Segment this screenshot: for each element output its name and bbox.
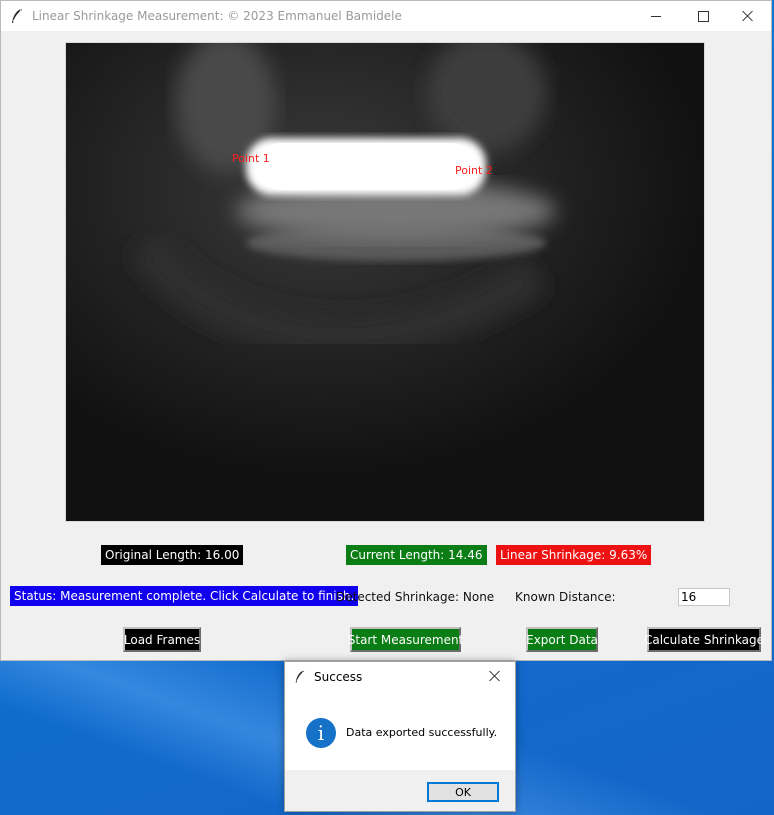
dialog-close-icon[interactable] [489,670,501,682]
minimize-button[interactable] [633,1,679,31]
minimize-icon [651,15,661,17]
current-length-label: Current Length: 14.46 [346,545,487,565]
known-distance-input[interactable]: 16 [678,588,730,606]
frame-image-canvas[interactable]: Point 1 Point 2 [65,42,705,522]
maximize-icon [697,10,709,22]
feather-icon [295,670,305,683]
title-bar: Linear Shrinkage Measurement: © 2023 Emm… [1,1,771,31]
ok-button[interactable]: OK [427,782,499,802]
maximize-button[interactable] [680,1,726,31]
dialog-message: Data exported successfully. [346,726,498,739]
export-data-button[interactable]: Export Data [526,627,598,652]
point-2-label: Point 2 [455,164,493,177]
start-measurement-button[interactable]: Start Measurement [348,627,463,652]
detected-shrinkage-label: Detected Shrinkage: None [336,590,495,604]
original-length-label: Original Length: 16.00 [101,545,244,565]
frame-image [66,43,704,521]
feather-icon [12,8,22,23]
dialog-body: i Data exported successfully. [285,692,515,770]
close-icon [742,10,754,22]
close-button[interactable] [725,1,771,31]
linear-shrinkage-label: Linear Shrinkage: 9.63% [496,545,652,565]
calculate-shrinkage-button[interactable]: Calculate Shrinkage [644,627,764,652]
info-icon: i [306,718,336,748]
load-frames-button[interactable]: Load Frames [123,627,201,652]
dialog-title-bar: Success [285,662,515,692]
point-1-label: Point 1 [232,152,270,165]
window-title: Linear Shrinkage Measurement: © 2023 Emm… [32,9,402,23]
main-window: Linear Shrinkage Measurement: © 2023 Emm… [0,0,772,661]
known-distance-label: Known Distance: [515,590,616,604]
status-label: Status: Measurement complete. Click Calc… [10,586,359,606]
success-dialog: Success i Data exported successfully. OK [284,661,516,812]
dialog-title: Success [314,670,363,684]
